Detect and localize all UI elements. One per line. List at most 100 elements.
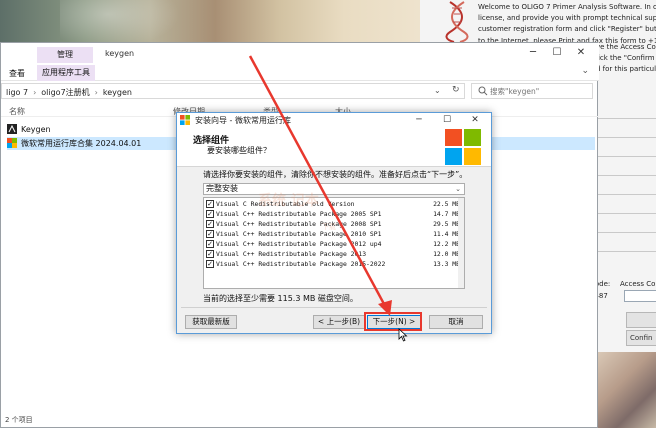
component-item[interactable]: ✓ Visual C++ Redistributable Package 2015… (206, 260, 460, 269)
column-name[interactable]: 名称 (9, 106, 25, 117)
chevron-right-icon: › (33, 88, 37, 97)
window-title: keygen (105, 49, 135, 58)
close-icon[interactable]: ✕ (461, 113, 489, 127)
component-name: Visual C++ Redistributable Package 2010 … (216, 230, 382, 238)
get-latest-button[interactable]: 获取最新版 (185, 315, 237, 329)
welcome-line: customer registration form and click "Re… (478, 25, 656, 34)
address-bar[interactable]: ligo 7 › oligo7注册机 › keygen ⌄ ↻ (1, 83, 465, 99)
component-size: 29.5 MB (433, 220, 460, 228)
mouse-cursor-icon (398, 328, 408, 342)
chevron-down-icon: ⌄ (455, 185, 461, 193)
chevron-down-icon[interactable]: ⌄ (581, 66, 589, 76)
breadcrumb-item[interactable]: keygen (103, 88, 132, 97)
checkbox-checked-icon[interactable]: ✓ (206, 220, 214, 228)
access-code-label: Access Co (620, 280, 656, 288)
component-size: 12.2 MB (433, 240, 460, 248)
component-size: 13.3 MB (433, 260, 460, 268)
form-row-line (598, 118, 656, 119)
file-name: Keygen (21, 125, 51, 134)
address-row: ligo 7 › oligo7注册机 › keygen ⌄ ↻ (1, 83, 599, 99)
checkbox-checked-icon[interactable]: ✓ (206, 250, 214, 258)
dialog-title-bar: 安装向导 - 微软常用运行库 ─ ☐ ✕ (177, 113, 491, 127)
tab-manage[interactable]: 管理 (37, 47, 93, 63)
dialog-window-controls: ─ ☐ ✕ (405, 113, 489, 127)
component-size: 14.7 MB (433, 210, 460, 218)
watermark: 系统 记本 (258, 193, 319, 209)
background-highlight (60, 0, 180, 48)
file-name: 微软常用运行库合集 2024.04.01 (21, 139, 142, 148)
checkbox-checked-icon[interactable]: ✓ (206, 260, 214, 268)
footer-divider (181, 307, 487, 308)
search-box (471, 83, 593, 99)
search-input[interactable] (490, 86, 590, 97)
component-item[interactable]: ✓ Visual C Redistributable old Version 22.… (206, 200, 460, 209)
installer-icon (7, 138, 17, 148)
breadcrumb-item[interactable]: oligo7注册机 (41, 88, 89, 97)
chevron-down-icon[interactable]: ⌄ (434, 86, 441, 95)
install-type-value: 完整安装 (206, 184, 238, 193)
status-bar: 2 个项目 (5, 416, 33, 424)
next-button[interactable]: 下一步(N) > (367, 315, 421, 329)
desktop-background (0, 0, 430, 48)
checkbox-checked-icon[interactable]: ✓ (206, 230, 214, 238)
breadcrumb-item[interactable]: ligo 7 (6, 88, 28, 97)
access-code-instructions: ve the Access Cod lick the "Confirm Co d… (596, 42, 656, 75)
form-rows (598, 100, 656, 276)
component-name: Visual C++ Redistributable Package 2015-… (216, 260, 386, 268)
checkbox-checked-icon[interactable]: ✓ (206, 200, 214, 208)
confirm-code-button[interactable]: Confin (626, 330, 656, 346)
component-name: Visual C++ Redistributable Package 2008 … (216, 220, 382, 228)
breadcrumb: ligo 7 › oligo7注册机 › keygen (6, 87, 132, 98)
instruction-line: lick the "Confirm Co (596, 54, 656, 62)
checkbox-checked-icon[interactable]: ✓ (206, 240, 214, 248)
component-name: Visual C++ Redistributable Package 2012 … (216, 240, 382, 248)
component-item[interactable]: ✓ Visual C++ Redistributable Package 2012… (206, 240, 460, 249)
component-size: 11.4 MB (433, 230, 460, 238)
welcome-line: license, and provide you with prompt tec… (478, 14, 656, 23)
logo-tile (445, 129, 462, 146)
component-name: Visual C++ Redistributable Package 2005 … (216, 210, 382, 218)
minimize-icon[interactable]: ─ (521, 45, 545, 61)
chevron-right-icon: › (94, 88, 98, 97)
explorer-title-bar: 管理 keygen ─ ☐ ✕ (1, 43, 599, 65)
component-item[interactable]: ✓ Visual C++ Redistributable Package 2013… (206, 250, 460, 259)
executable-icon (7, 124, 17, 134)
tab-view[interactable]: 查看 (9, 68, 25, 79)
refresh-icon[interactable]: ↻ (452, 85, 460, 95)
register-button[interactable] (626, 312, 656, 328)
component-item[interactable]: ✓ Visual C++ Redistributable Package 2005… (206, 210, 460, 219)
dialog-header: 选择组件 要安装哪些组件？ (177, 127, 491, 167)
tab-app-tools[interactable]: 应用程序工具 (37, 65, 95, 81)
form-row-line (598, 213, 656, 214)
back-button[interactable]: < 上一步(B) (313, 315, 365, 329)
maximize-icon[interactable]: ☐ (433, 113, 461, 127)
component-list: ✓ Visual C Redistributable old Version 22.… (203, 197, 465, 289)
form-row-line (598, 156, 656, 157)
access-code-input[interactable] (624, 290, 656, 302)
instruction-text: 请选择你要安装的组件，清除你不想安装的组件。准备好后点击“下一步”。 (203, 170, 468, 179)
logo-tile (445, 148, 462, 165)
form-row-line (598, 251, 656, 252)
maximize-icon[interactable]: ☐ (545, 45, 569, 61)
welcome-text: Welcome to OLIGO 7 Primer Analysis Softw… (478, 2, 656, 47)
component-size: 12.0 MB (433, 250, 460, 258)
logo-tile (464, 129, 481, 146)
form-row-line (598, 175, 656, 176)
instruction-line: d for this particular (596, 65, 656, 73)
component-name: Visual C++ Redistributable Package 2013 (216, 250, 367, 258)
watermark-sub: 下载 (322, 223, 336, 231)
form-row-line (598, 232, 656, 233)
instruction-line: ve the Access Cod (596, 43, 656, 51)
list-scrollbar[interactable] (458, 198, 464, 288)
component-size: 22.5 MB (433, 200, 460, 208)
disk-space-text: 当前的选择至少需要 115.3 MB 磁盘空间。 (203, 294, 358, 303)
cancel-button[interactable]: 取消 (429, 315, 483, 329)
dna-logo-icon (445, 1, 469, 43)
window-controls: ─ ☐ ✕ (521, 45, 593, 63)
minimize-icon[interactable]: ─ (405, 113, 433, 127)
checkbox-checked-icon[interactable]: ✓ (206, 210, 214, 218)
windows-logo-icon (445, 129, 481, 165)
close-icon[interactable]: ✕ (569, 45, 593, 61)
install-type-select[interactable]: 完整安装 ⌄ (203, 183, 465, 195)
logo-tile (464, 148, 481, 165)
